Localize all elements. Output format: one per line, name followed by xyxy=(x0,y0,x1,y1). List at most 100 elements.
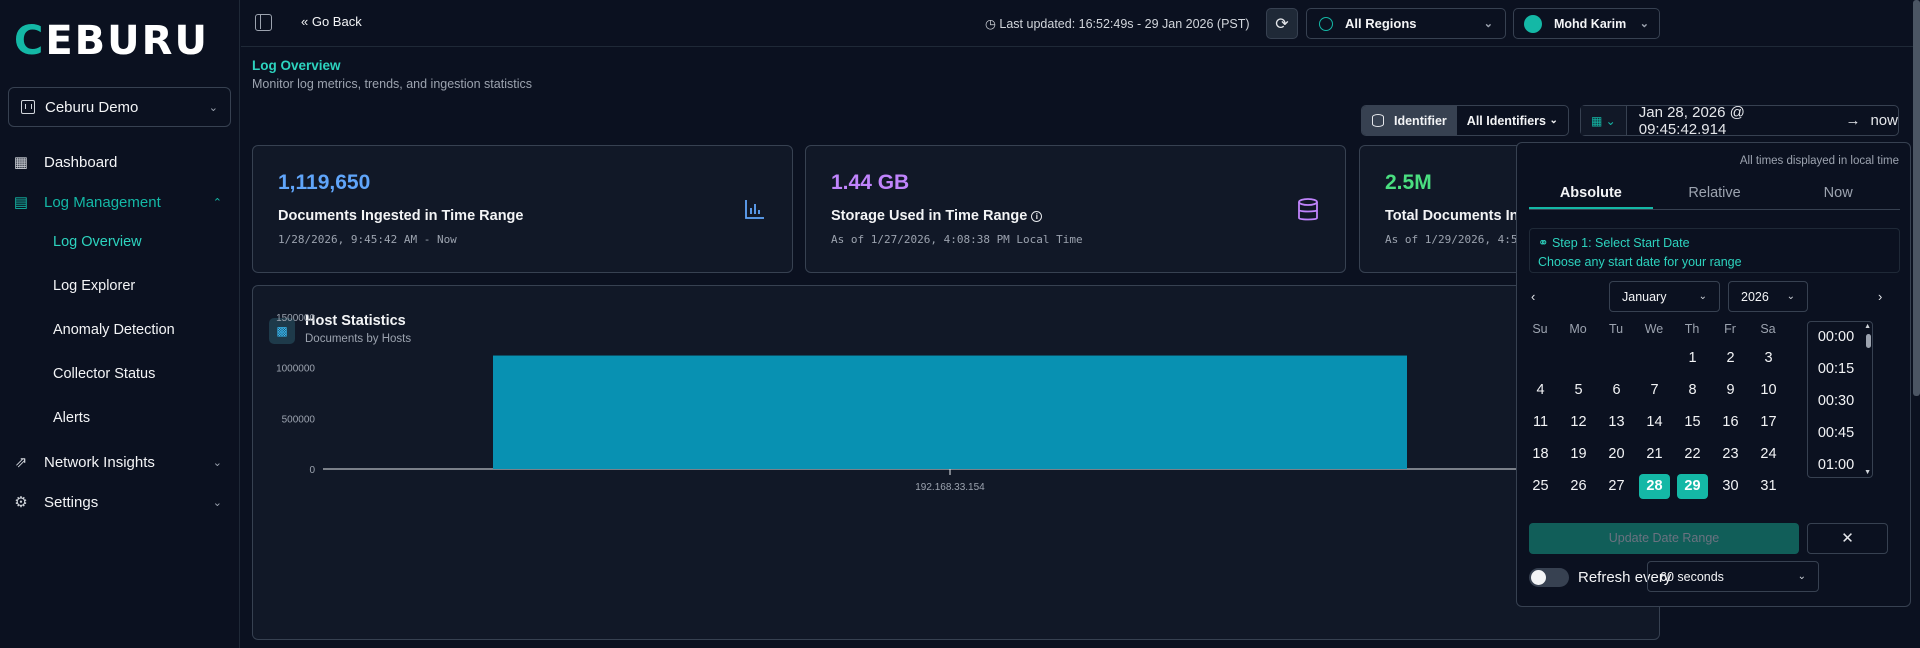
org-selector[interactable]: Ceburu Demo ⌄ xyxy=(8,87,231,127)
calendar-day[interactable]: 27 xyxy=(1601,474,1632,499)
chevron-down-icon: ⌄ xyxy=(1549,115,1558,126)
chart-bar[interactable] xyxy=(493,355,1407,469)
chevron-down-icon: ⌄ xyxy=(1797,571,1806,582)
org-selector-value: Ceburu Demo xyxy=(45,98,139,116)
calendar-day[interactable]: 15 xyxy=(1677,410,1708,435)
last-updated-text: Last updated: 16:52:49s - 29 Jan 2026 (P… xyxy=(999,17,1250,31)
sidebar-subitem-log-explorer[interactable]: Log Explorer xyxy=(53,278,135,294)
calendar-day[interactable]: 13 xyxy=(1601,410,1632,435)
step-hint: Choose any start date for your range xyxy=(1538,255,1742,269)
time-list[interactable]: ▲ ▼ 00:0000:1500:3000:4501:0001:15 xyxy=(1807,321,1873,478)
calendar-day[interactable]: 28 xyxy=(1639,474,1670,499)
calendar-day[interactable]: 21 xyxy=(1639,442,1670,467)
weekday-label: Tu xyxy=(1608,322,1624,336)
sidebar-item-dashboard[interactable]: ▦ Dashboard xyxy=(12,153,222,172)
calendar-day[interactable]: 7 xyxy=(1639,378,1670,403)
calendar-day[interactable]: 24 xyxy=(1753,442,1784,467)
calendar-day[interactable]: 25 xyxy=(1525,474,1556,499)
globe-icon xyxy=(1319,16,1333,31)
documents-ingested-card: 1,119,650 Documents Ingested in Time Ran… xyxy=(252,145,793,273)
calendar-day[interactable]: 22 xyxy=(1677,442,1708,467)
go-back-link[interactable]: « Go Back xyxy=(301,14,362,29)
calendar-day[interactable]: 6 xyxy=(1601,378,1632,403)
tab-absolute[interactable]: Absolute xyxy=(1529,181,1653,209)
sidebar-subitem-collector-status[interactable]: Collector Status xyxy=(53,366,155,382)
month-select[interactable]: January ⌄ xyxy=(1609,281,1720,312)
calendar-day[interactable]: 2 xyxy=(1715,346,1746,371)
calendar-day[interactable]: 20 xyxy=(1601,442,1632,467)
sidebar-subitem-log-overview[interactable]: Log Overview xyxy=(53,234,142,250)
calendar-day[interactable]: 14 xyxy=(1639,410,1670,435)
calendar-day[interactable]: 30 xyxy=(1715,474,1746,499)
user-menu[interactable]: Mohd Karim ⌄ xyxy=(1513,8,1660,39)
sidebar-subitem-anomaly-detection[interactable]: Anomaly Detection xyxy=(53,322,175,338)
calendar-day[interactable]: 19 xyxy=(1563,442,1594,467)
time-option[interactable]: 00:30 xyxy=(1808,393,1864,409)
page-scrollbar[interactable] xyxy=(1913,0,1920,396)
identifier-label-text: Identifier xyxy=(1394,113,1447,128)
time-option[interactable]: 00:00 xyxy=(1808,329,1864,345)
update-date-range-button[interactable]: Update Date Range xyxy=(1529,523,1799,554)
next-month-icon[interactable]: › xyxy=(1878,289,1882,304)
calendar-day[interactable]: 5 xyxy=(1563,378,1594,403)
close-button[interactable]: ✕ xyxy=(1807,523,1888,554)
calendar-day[interactable]: 31 xyxy=(1753,474,1784,499)
calendar-day[interactable]: 8 xyxy=(1677,378,1708,403)
prev-month-icon[interactable]: ‹ xyxy=(1531,289,1535,304)
info-icon[interactable]: i xyxy=(1031,211,1043,222)
lightbulb-icon: ⚭ xyxy=(1538,236,1549,250)
calendar-day[interactable]: 10 xyxy=(1753,378,1784,403)
refresh-toggle[interactable] xyxy=(1529,568,1569,587)
chevron-up-icon: ⌃ xyxy=(212,196,222,209)
calendar-day[interactable]: 16 xyxy=(1715,410,1746,435)
sidebar-item-settings[interactable]: ⚙ Settings ⌄ xyxy=(12,493,222,512)
region-selector[interactable]: All Regions ⌄ xyxy=(1306,8,1506,39)
ceburu-logo[interactable]: CEBURU xyxy=(14,18,209,64)
scroll-down-icon[interactable]: ▼ xyxy=(1864,469,1871,476)
bar-chart-icon xyxy=(744,198,766,226)
user-name: Mohd Karim xyxy=(1554,16,1627,31)
calendar-day[interactable]: 12 xyxy=(1563,410,1594,435)
tab-now[interactable]: Now xyxy=(1776,181,1900,209)
y-tick-label: 1500000 xyxy=(276,313,315,324)
sidebar-item-log-management[interactable]: ▤ Log Management ⌃ xyxy=(12,193,222,212)
scroll-up-icon[interactable]: ▲ xyxy=(1864,323,1871,330)
calendar-day[interactable]: 9 xyxy=(1715,378,1746,403)
calendar-day[interactable]: 1 xyxy=(1677,346,1708,371)
page-subtitle: Monitor log metrics, trends, and ingesti… xyxy=(252,77,532,91)
year-select[interactable]: 2026 ⌄ xyxy=(1728,281,1808,312)
calendar-day[interactable]: 26 xyxy=(1563,474,1594,499)
identifier-select[interactable]: All Identifiers ⌄ xyxy=(1457,106,1568,135)
card-subtext: As of 1/27/2026, 4:08:38 PM Local Time xyxy=(831,233,1083,246)
chevron-down-icon: ⌄ xyxy=(1639,18,1649,30)
date-range-start[interactable]: Jan 28, 2026 @ 09:45:42.914 xyxy=(1639,104,1836,138)
building-icon xyxy=(21,100,35,114)
time-option[interactable]: 00:45 xyxy=(1808,425,1864,441)
card-value: 1.44 GB xyxy=(831,171,910,194)
tab-relative[interactable]: Relative xyxy=(1653,181,1777,209)
sidebar-toggle-icon[interactable] xyxy=(255,14,272,31)
card-label: Total Documents Inc xyxy=(1385,208,1527,224)
calendar-day[interactable]: 23 xyxy=(1715,442,1746,467)
sidebar-item-network-insights[interactable]: ⇗ Network Insights ⌄ xyxy=(12,453,222,472)
calendar-day[interactable]: 29 xyxy=(1677,474,1708,499)
calendar-day[interactable]: 17 xyxy=(1753,410,1784,435)
calendar-day[interactable]: 11 xyxy=(1525,410,1556,435)
storage-used-card: 1.44 GB Storage Used in Time Range i As o… xyxy=(805,145,1346,273)
year-select-value: 2026 xyxy=(1741,289,1769,304)
time-option[interactable]: 01:00 xyxy=(1808,457,1864,473)
weekday-label: Th xyxy=(1684,322,1700,336)
time-list-scrollbar[interactable] xyxy=(1866,334,1871,348)
calendar-icon[interactable]: ▦ ⌄ xyxy=(1581,106,1627,135)
calendar-day[interactable]: 18 xyxy=(1525,442,1556,467)
refresh-interval-select[interactable]: 60 seconds ⌄ xyxy=(1647,561,1819,592)
card-subtext: 1/28/2026, 9:45:42 AM - Now xyxy=(278,233,457,246)
calendar-day[interactable]: 4 xyxy=(1525,378,1556,403)
refresh-button[interactable]: ⟳ xyxy=(1266,8,1298,39)
date-range-picker[interactable]: ▦ ⌄ Jan 28, 2026 @ 09:45:42.914 → now xyxy=(1580,104,1899,138)
time-option[interactable]: 00:15 xyxy=(1808,361,1864,377)
calendar-day[interactable]: 3 xyxy=(1753,346,1784,371)
refresh-interval-value: 60 seconds xyxy=(1660,569,1724,584)
date-range-end[interactable]: now xyxy=(1870,112,1898,129)
sidebar-subitem-alerts[interactable]: Alerts xyxy=(53,410,90,426)
